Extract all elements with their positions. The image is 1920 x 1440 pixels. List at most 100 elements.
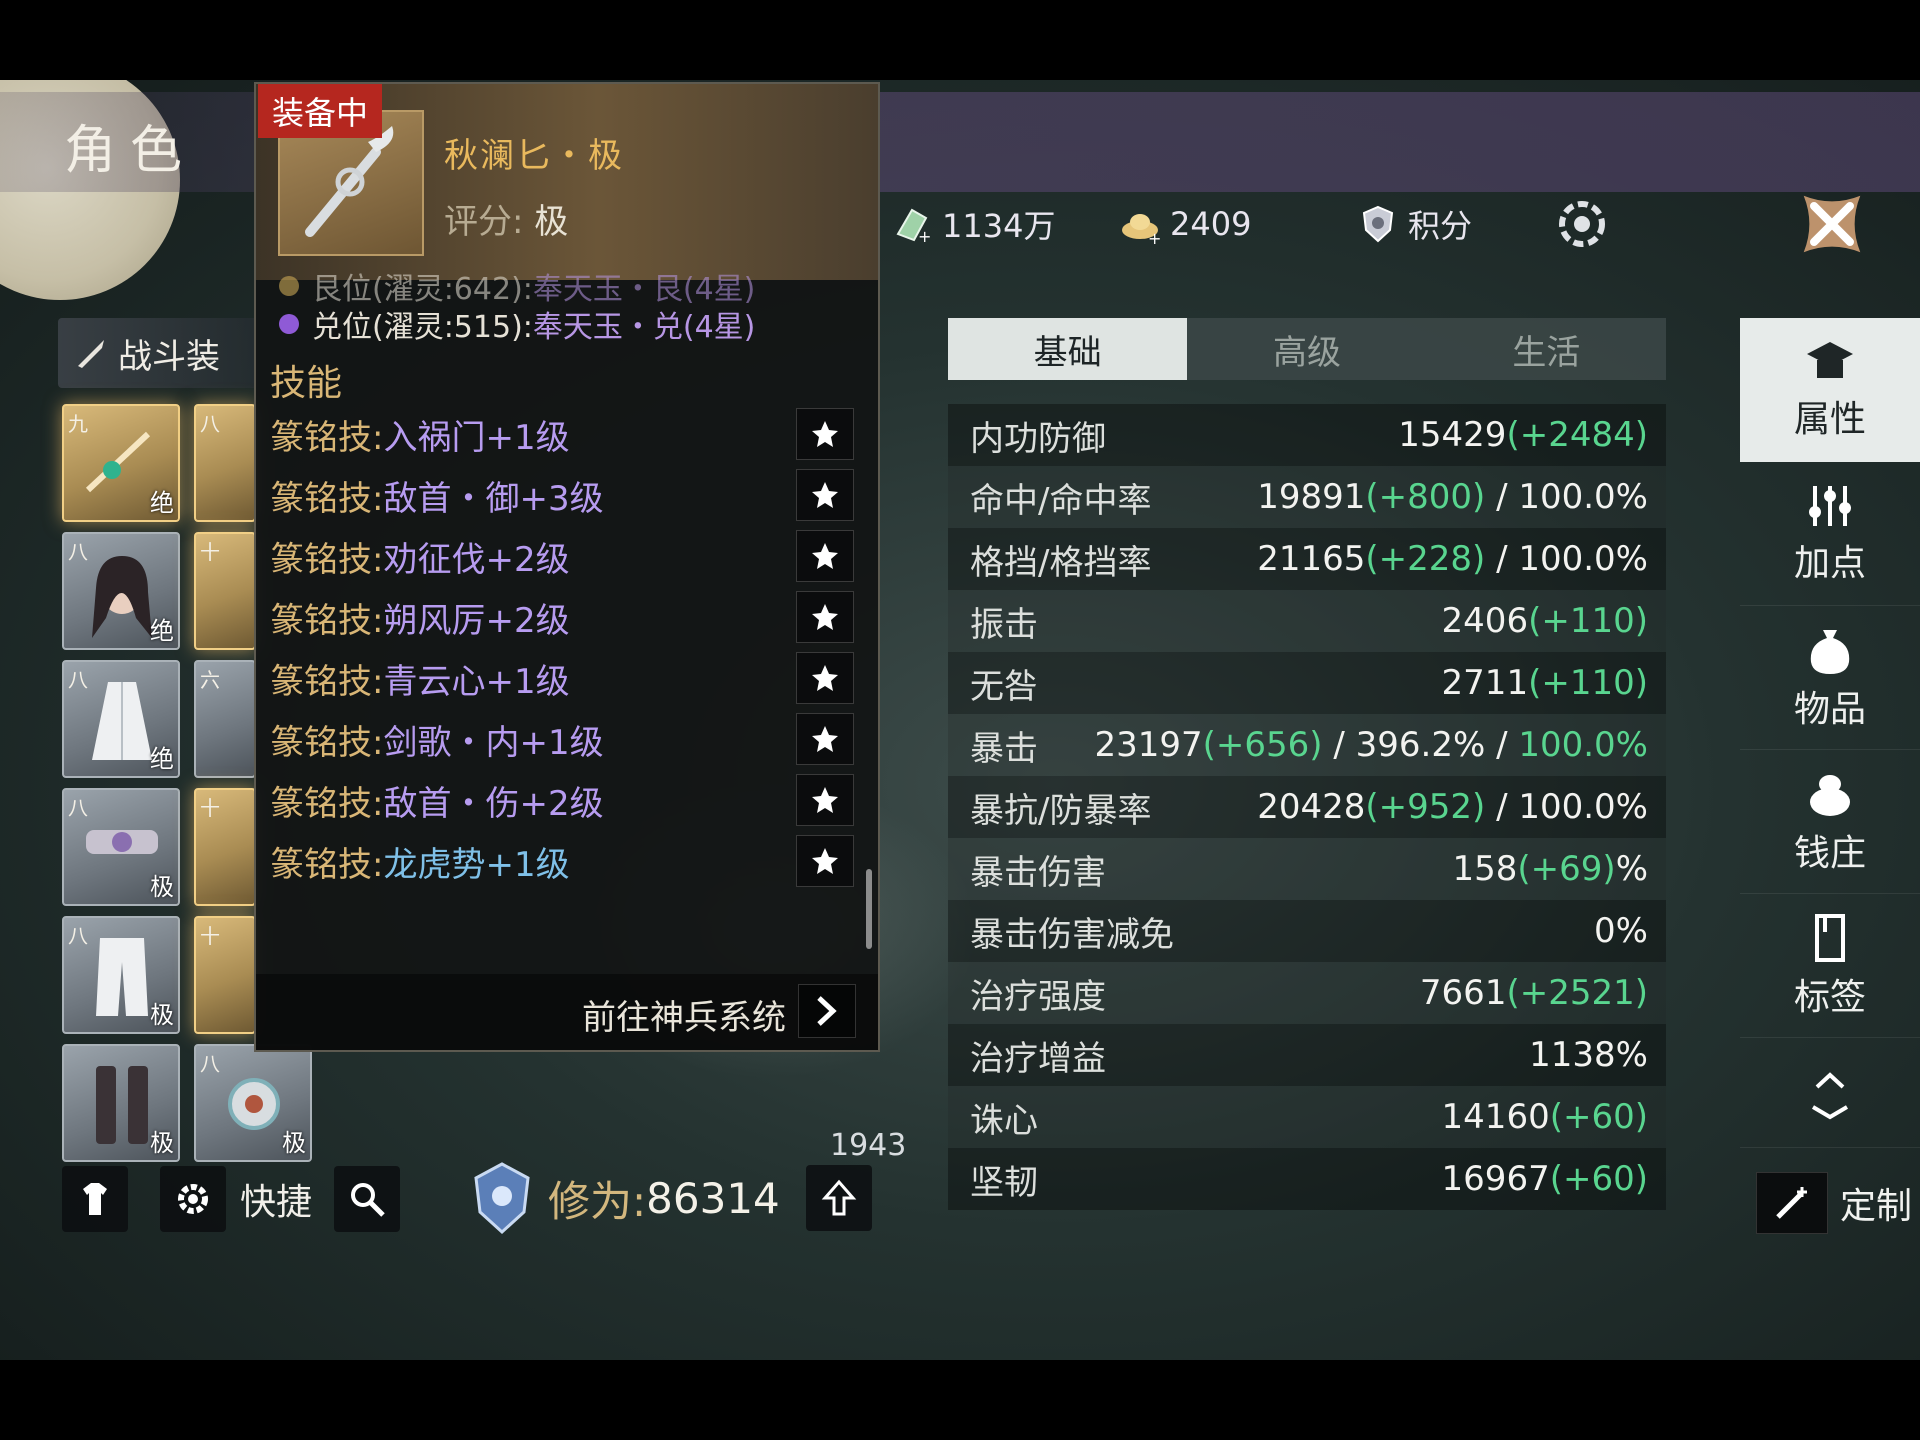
shield-points-icon — [1356, 202, 1400, 246]
stat-label: 暴击伤害减免 — [970, 914, 1174, 955]
stat-row: 治疗强度 7661(+2521) — [948, 962, 1666, 1024]
shirt-icon — [83, 1183, 107, 1215]
stats-list: 内功防御 15429(+2484) 命中/命中率 19891(+800) / 1… — [948, 404, 1666, 1210]
equip-slot-pendant[interactable]: 八 极 — [194, 1044, 312, 1162]
equip-slot-boots[interactable]: 极 — [62, 1044, 180, 1162]
skill-name: 剑歌・内 — [383, 722, 520, 763]
close-icon — [1803, 195, 1861, 253]
skill-prefix: 篆铭技: — [270, 661, 384, 702]
equip-slot-pants[interactable]: 八 极 — [62, 916, 180, 1034]
nav-label: 物品 — [1793, 688, 1866, 730]
nav-bank[interactable]: 钱庄 — [1740, 750, 1920, 894]
equip-slot-head[interactable]: 八 绝 — [62, 532, 180, 650]
sliders-icon — [1809, 485, 1851, 526]
star-icon — [812, 604, 838, 630]
points-resource[interactable]: 积分 — [1356, 196, 1472, 252]
slot-grade: 绝 — [150, 745, 174, 773]
skill-info-button[interactable] — [796, 652, 854, 704]
skill-info-button[interactable] — [796, 530, 854, 582]
skill-info-button[interactable] — [796, 591, 854, 643]
skill-info-button[interactable] — [796, 835, 854, 887]
stat-label: 治疗强度 — [970, 976, 1106, 1017]
equip-slot-belt[interactable]: 八 极 — [62, 788, 180, 906]
star-icon — [812, 787, 838, 813]
quick-label[interactable]: 快捷 — [240, 1173, 312, 1225]
settings-gear-button[interactable] — [1552, 196, 1620, 252]
jade-resource[interactable]: + 1134万 — [890, 196, 1055, 252]
stat-tail-green: 100.0% — [1518, 725, 1648, 765]
skill-row: 篆铭技: 入祸门 +1级 — [270, 404, 868, 464]
stat-value: 7661(+2521) — [1420, 973, 1648, 1013]
cultivation-up-button[interactable] — [805, 1165, 872, 1231]
stat-base: 14160 — [1441, 1097, 1550, 1137]
stat-bonus: (+656) — [1202, 725, 1323, 765]
equip-slot-ring[interactable]: 十 — [194, 788, 256, 906]
nav-label: 加点 — [1793, 542, 1866, 584]
skill-info-button[interactable] — [796, 408, 854, 460]
item-name: 秋澜匕・极 — [444, 136, 624, 176]
goto-weapon-system-button[interactable]: 前往神兵系统 — [256, 974, 878, 1050]
equip-slot-necklace[interactable]: 十 — [194, 532, 256, 650]
gem-value: 奉天玉・兑(4星) — [532, 310, 756, 345]
skill-row: 篆铭技: 朔风厉 +2级 — [270, 587, 868, 647]
stat-row: 坚韧 16967(+60) — [948, 1148, 1666, 1210]
wardrobe-button[interactable] — [62, 1166, 128, 1232]
equip-slot-robe[interactable]: 八 绝 — [62, 660, 180, 778]
equip-slot-charm[interactable]: 十 — [194, 916, 256, 1034]
skill-name: 入祸门 — [383, 417, 486, 458]
stat-row: 格挡/格挡率 21165(+228) / 100.0% — [948, 528, 1666, 590]
stat-row: 内功防御 15429(+2484) — [948, 404, 1666, 466]
tooltip-scrollbar[interactable] — [866, 869, 872, 949]
skill-name: 敌首・御 — [383, 478, 520, 519]
tab-advanced[interactable]: 高级 — [1187, 318, 1426, 380]
skill-name: 朔风厉 — [383, 600, 486, 641]
stat-tail: % — [1615, 849, 1648, 889]
skill-info-button[interactable] — [796, 469, 854, 521]
stat-bonus: (+60) — [1549, 1097, 1648, 1137]
loadout-selector[interactable]: 战斗装 — [58, 318, 258, 388]
stat-bonus: (+800) — [1365, 477, 1486, 517]
nav-label: 属性 — [1793, 398, 1866, 440]
nav-attributes[interactable]: 属性 — [1740, 318, 1920, 462]
equip-slot-offhand[interactable]: 八 — [194, 404, 256, 522]
star-icon — [812, 421, 838, 447]
svg-text:+: + — [918, 227, 931, 244]
wand-icon-box — [1756, 1172, 1828, 1234]
chevron-right-icon — [817, 996, 837, 1026]
skill-level: +1级 — [485, 844, 570, 885]
arrow-up-icon — [821, 1179, 857, 1216]
nav-allocate-points[interactable]: 加点 — [1740, 462, 1920, 606]
stat-bonus: (+60) — [1549, 1159, 1648, 1199]
stat-value: 14160(+60) — [1442, 1097, 1648, 1137]
gem-gold-icon — [279, 276, 299, 296]
ingot-resource[interactable]: + 2409 — [1118, 196, 1251, 252]
tab-basic[interactable]: 基础 — [948, 318, 1188, 380]
skill-info-button[interactable] — [796, 713, 854, 765]
skill-prefix: 篆铭技: — [270, 539, 384, 580]
customize-button[interactable]: 定制 — [1756, 1172, 1912, 1234]
slot-tier: 十 — [200, 796, 220, 820]
inspect-button[interactable] — [334, 1166, 401, 1232]
stat-base: 1138% — [1529, 1035, 1648, 1075]
stat-row: 暴抗/防暴率 20428(+952) / 100.0% — [948, 776, 1666, 838]
points-label: 积分 — [1408, 207, 1473, 245]
nav-tags[interactable]: 标签 — [1740, 894, 1920, 1038]
stat-row: 暴击伤害减免 0% — [948, 900, 1666, 962]
stats-tabs: 基础 高级 生活 — [948, 318, 1666, 380]
stat-value: 23197(+656) / 396.2% / 100.0% — [1094, 725, 1648, 765]
skill-row: 篆铭技: 龙虎势 +1级 — [270, 831, 868, 891]
skill-name: 龙虎势 — [383, 844, 486, 885]
goto-label: 前往神兵系统 — [582, 998, 786, 1038]
tab-life[interactable]: 生活 — [1427, 318, 1666, 380]
skill-info-button[interactable] — [796, 774, 854, 826]
equip-slot-bracer[interactable]: 六 — [194, 660, 256, 778]
goto-arrow-button[interactable] — [798, 984, 856, 1038]
nav-items[interactable]: 物品 — [1740, 606, 1920, 750]
close-button[interactable] — [1780, 172, 1884, 276]
stat-base: 2406 — [1441, 601, 1529, 641]
nav-expand-button[interactable] — [1740, 1038, 1920, 1148]
stat-value: 21165(+228) / 100.0% — [1257, 539, 1648, 579]
settings-button[interactable] — [160, 1166, 226, 1232]
cultivation-label: 修为: — [548, 1176, 647, 1226]
equip-slot-weapon[interactable]: 九 绝 — [62, 404, 180, 522]
